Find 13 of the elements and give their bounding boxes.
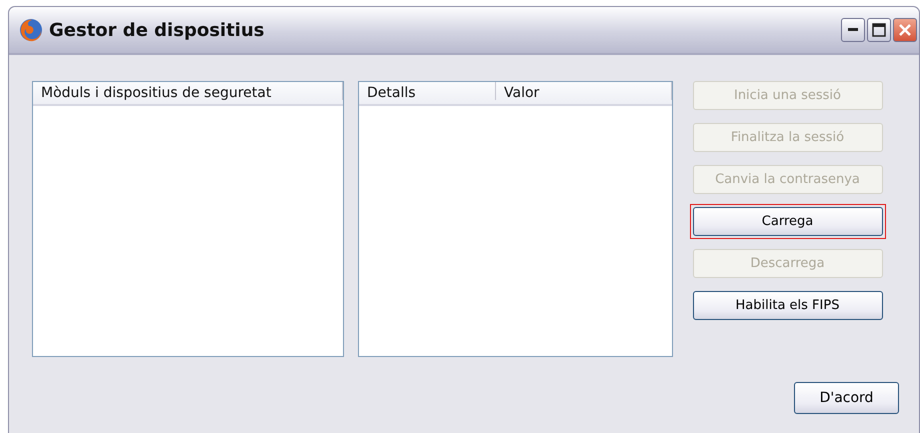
column-header[interactable]: Valor (496, 82, 672, 100)
close-button[interactable] (893, 18, 917, 42)
window-title: Gestor de dispositius (49, 20, 266, 40)
maximize-button[interactable] (867, 18, 891, 42)
close-icon (898, 23, 912, 37)
maximize-icon (872, 23, 886, 37)
action-button[interactable]: Habilita els FIPS (692, 290, 882, 320)
fox-globe-icon (19, 18, 43, 42)
column-header[interactable]: Detalls (359, 82, 496, 100)
minimize-icon (848, 28, 858, 32)
action-button[interactable]: Carrega (692, 206, 882, 236)
ok-button[interactable]: D'acord (794, 382, 899, 414)
minimize-button[interactable] (841, 18, 865, 42)
